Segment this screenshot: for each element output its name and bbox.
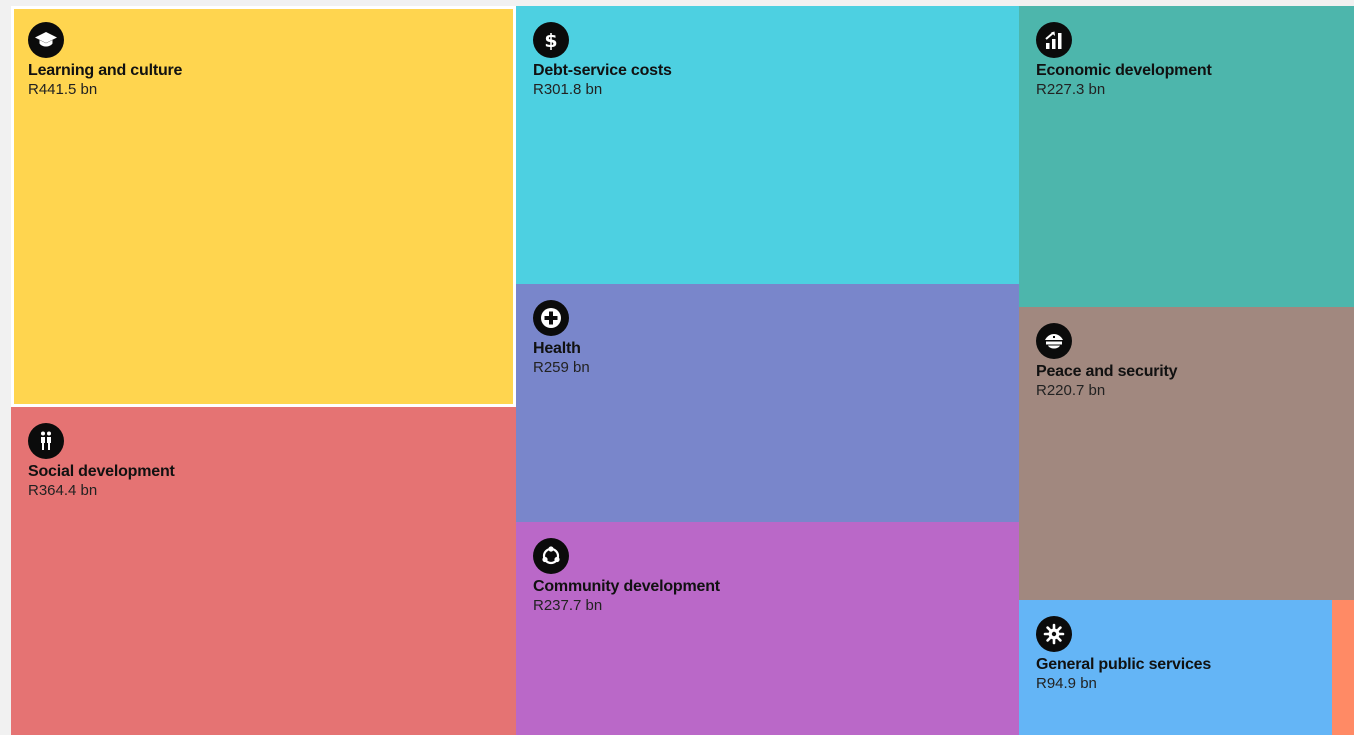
tile-value: R227.3 bn bbox=[1036, 81, 1106, 98]
tile-value: R301.8 bn bbox=[533, 81, 603, 98]
treemap-chart: Learning and culture R441.5 bn Social deve… bbox=[0, 0, 1354, 735]
tile-health[interactable]: Health R259 bn bbox=[516, 284, 1019, 522]
tile-community-development[interactable]: Community development R237.7 bn bbox=[516, 522, 1019, 735]
tile-value: R259 bn bbox=[533, 359, 590, 376]
tile-label: Community development bbox=[533, 578, 720, 595]
tile-label: Learning and culture bbox=[28, 62, 183, 79]
tile-value: R237.7 bn bbox=[533, 597, 603, 614]
community-icon bbox=[533, 538, 569, 574]
tile-label: Economic development bbox=[1036, 62, 1212, 79]
svg-text:$: $ bbox=[544, 30, 557, 52]
medical-cross-icon bbox=[533, 300, 569, 336]
tile-label: Health bbox=[533, 340, 581, 357]
dollar-icon: $ bbox=[533, 22, 569, 58]
signal-bars-icon bbox=[1036, 22, 1072, 58]
people-icon bbox=[28, 423, 64, 459]
tile-debt-service-costs[interactable]: $ Debt-service costs R301.8 bn bbox=[516, 6, 1019, 284]
gear-icon bbox=[1036, 616, 1072, 652]
tile-peace-and-security[interactable]: Peace and security R220.7 bn bbox=[1019, 307, 1354, 600]
tile-general-public-services[interactable]: General public services R94.9 bn bbox=[1019, 600, 1332, 735]
tile-value: R94.9 bn bbox=[1036, 675, 1097, 692]
tile-other[interactable] bbox=[1332, 600, 1354, 735]
tile-social-development[interactable]: Social development R364.4 bn bbox=[11, 407, 516, 735]
tile-label: Peace and security bbox=[1036, 363, 1178, 380]
tile-label: Social development bbox=[28, 463, 175, 480]
graduation-cap-icon bbox=[28, 22, 64, 58]
tile-value: R220.7 bn bbox=[1036, 382, 1106, 399]
tile-economic-development[interactable]: Economic development R227.3 bn bbox=[1019, 6, 1354, 307]
tile-value: R364.4 bn bbox=[28, 482, 98, 499]
tile-label: General public services bbox=[1036, 656, 1212, 673]
police-cap-icon bbox=[1036, 323, 1072, 359]
tile-label: Debt-service costs bbox=[533, 62, 672, 79]
tile-learning-and-culture[interactable]: Learning and culture R441.5 bn bbox=[11, 6, 516, 407]
tile-value: R441.5 bn bbox=[28, 81, 98, 98]
